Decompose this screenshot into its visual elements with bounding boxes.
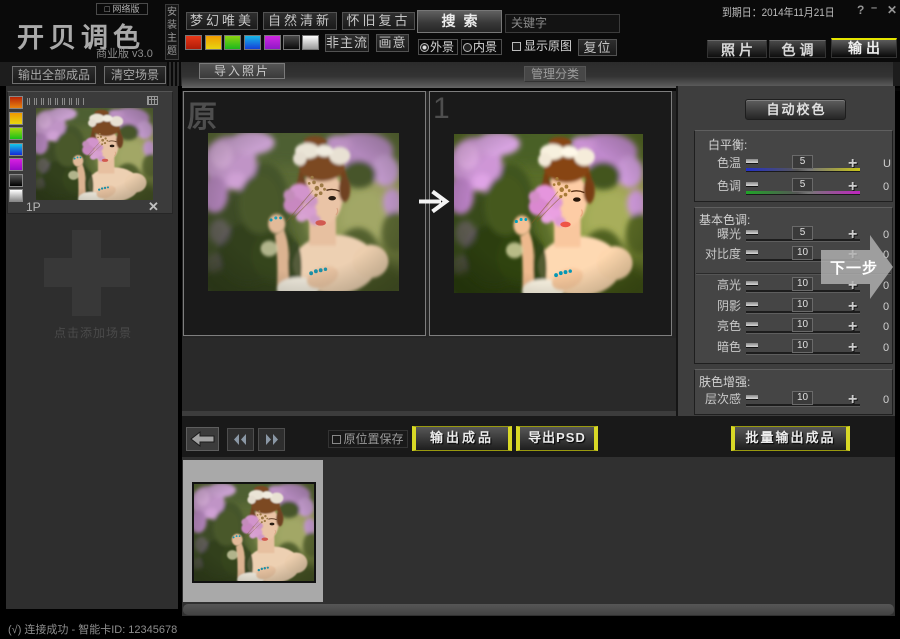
svg-text:下一步: 下一步 — [830, 260, 878, 277]
